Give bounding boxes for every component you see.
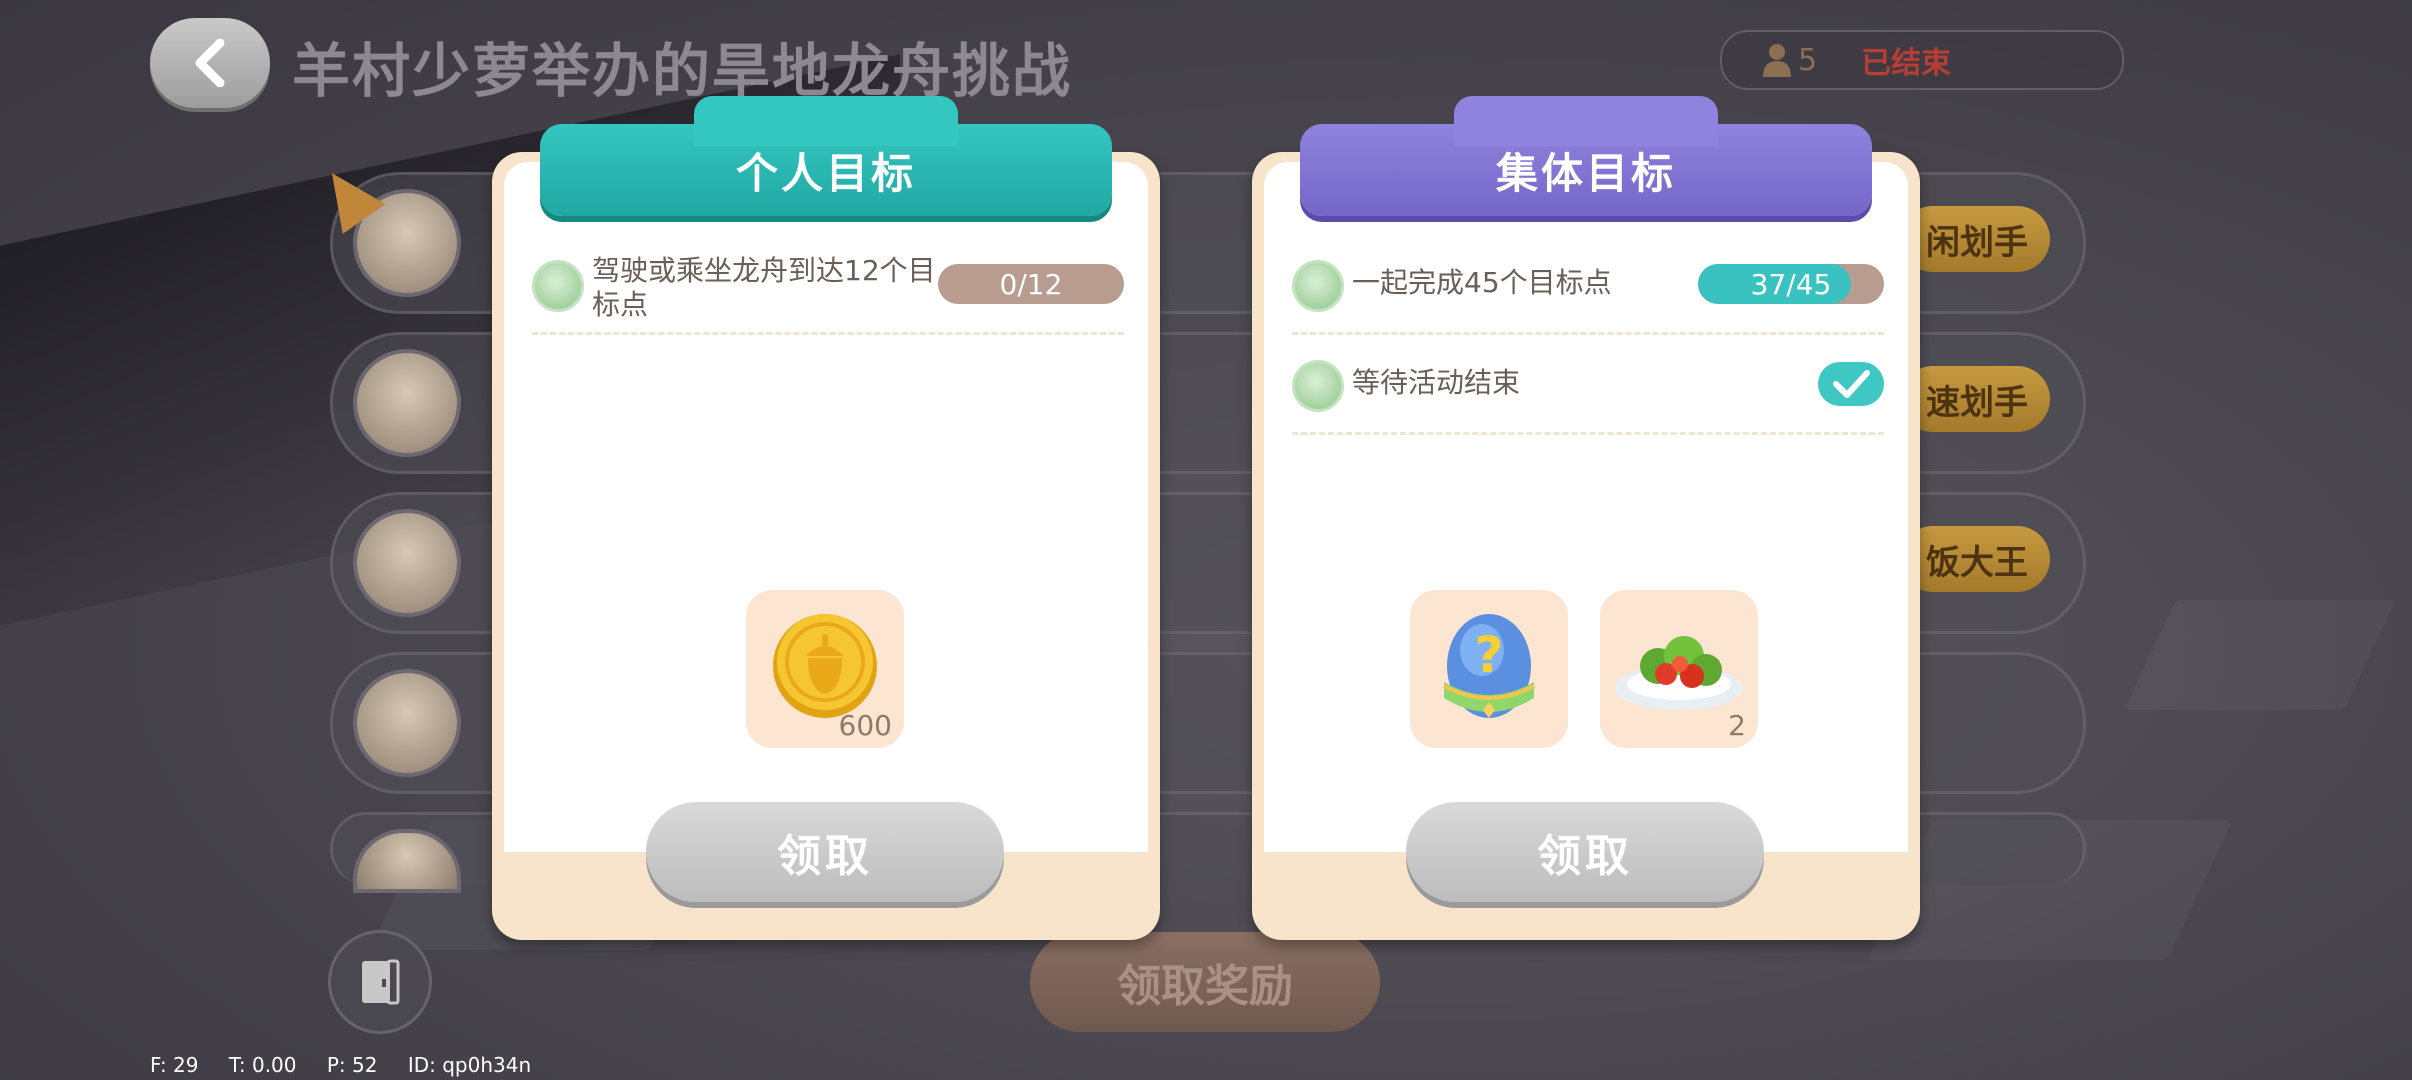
panel-header: 集体目标 <box>1300 96 1872 216</box>
player-count: 5 <box>1798 42 1818 78</box>
dragon-task-icon <box>1292 260 1344 312</box>
player-badge: 速划手 <box>1900 366 2050 432</box>
task-text: 驾驶或乘坐龙舟到达12个目标点 <box>592 254 936 321</box>
door-exit-icon <box>362 959 400 1005</box>
collective-goal-panel: 集体目标 一起完成45个目标点 37/45 等待活动结束 ? 2 领取 <box>1252 96 1920 940</box>
reward-quantity: 2 <box>1728 709 1746 742</box>
debug-id: ID: qp0h34n <box>407 1053 532 1077</box>
debug-overlay: F: 29 T: 0.00 P: 52 ID: qp0h34n <box>150 1053 555 1077</box>
background-tile <box>2124 600 2396 710</box>
player-avatar <box>353 829 461 893</box>
svg-text:?: ? <box>1474 626 1503 684</box>
reward-quantity: 600 <box>838 709 892 742</box>
claim-all-rewards-button[interactable]: 领取奖励 <box>1030 932 1380 1032</box>
collective-claim-button[interactable]: 领取 <box>1406 802 1764 902</box>
debug-fps: F: 29 <box>150 1053 199 1077</box>
mystery-egg-icon: ? <box>1443 614 1535 718</box>
player-avatar <box>353 349 461 457</box>
task-progress-bar: 37/45 <box>1698 264 1884 304</box>
player-badge: 饭大王 <box>1900 526 2050 592</box>
back-button[interactable] <box>150 18 270 108</box>
task-text: 等待活动结束 <box>1352 366 1521 399</box>
event-status-bar: 5 已结束 <box>1720 30 2124 90</box>
player-badge: 闲划手 <box>1900 206 2050 272</box>
status-label: 已结束 <box>1861 46 1952 81</box>
task-progress-bar: 0/12 <box>938 264 1124 304</box>
reward-slot[interactable]: 600 <box>746 590 904 748</box>
personal-goal-panel: 个人目标 驾驶或乘坐龙舟到达12个目标点 0/12 600 领取 <box>492 96 1160 940</box>
chevron-left-icon <box>195 39 225 87</box>
dragon-task-icon <box>1292 360 1344 412</box>
page-title: 羊村少萝举办的旱地龙舟挑战 <box>292 37 1073 105</box>
player-avatar <box>353 669 461 777</box>
player-avatar <box>353 509 461 617</box>
panel-header: 个人目标 <box>540 96 1112 216</box>
task-row: 驾驶或乘坐龙舟到达12个目标点 0/12 <box>532 234 1124 335</box>
debug-ping: P: 52 <box>326 1053 378 1077</box>
reward-slot[interactable]: 2 <box>1600 590 1758 748</box>
task-row: 一起完成45个目标点 37/45 <box>1292 234 1884 335</box>
person-icon <box>1763 44 1791 77</box>
reward-slot[interactable]: ? <box>1410 590 1568 748</box>
panel-title: 集体目标 <box>1495 148 1676 198</box>
progress-label: 37/45 <box>1750 267 1832 301</box>
task-row: 等待活动结束 <box>1292 334 1884 435</box>
debug-time: T: 0.00 <box>228 1053 297 1077</box>
panel-title: 个人目标 <box>735 148 916 198</box>
personal-claim-button[interactable]: 领取 <box>646 802 1004 902</box>
exit-button[interactable] <box>328 930 432 1034</box>
dragon-task-icon <box>532 260 584 312</box>
progress-label: 0/12 <box>999 267 1063 301</box>
checkmark-icon <box>1818 362 1884 406</box>
